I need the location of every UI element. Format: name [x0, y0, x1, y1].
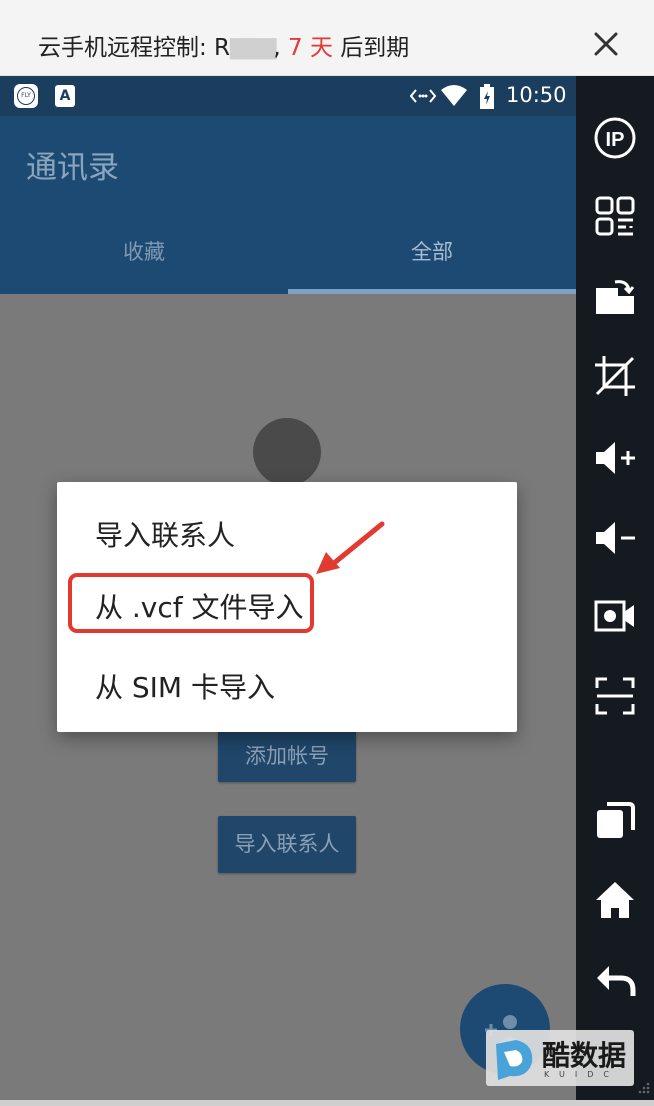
bottom-strip [0, 1100, 654, 1106]
import-contacts-button[interactable]: 导入联系人 [218, 816, 356, 873]
watermark-text: 酷数据 [542, 1039, 627, 1072]
volume-down-icon[interactable] [593, 516, 637, 560]
dialog-title: 导入联系人 [95, 519, 236, 552]
status-time: 10:50 [506, 83, 567, 107]
screen-rotate-icon[interactable] [593, 274, 637, 318]
wifi-icon [441, 85, 467, 106]
data-arrows-icon [410, 89, 436, 103]
import-from-sim-option[interactable]: 从 SIM 卡导入 [95, 666, 275, 706]
app-bar: 通讯录 收藏 全部 [0, 116, 576, 294]
volume-up-icon[interactable] [593, 436, 637, 480]
banner-text: 云手机远程控制: R████, 7 天 后到期 [38, 28, 409, 62]
resize-grip-icon[interactable] [636, 1082, 650, 1096]
crop-icon[interactable] [593, 354, 637, 398]
back-icon[interactable] [593, 958, 637, 1002]
iflytek-icon: FLY [14, 84, 38, 108]
control-rail: IP [576, 76, 654, 1100]
annotation-arrow-icon [316, 521, 385, 574]
expiry-banner: 云手机远程控制: R████, 7 天 后到期 [0, 0, 654, 76]
banner-days: 7 天 [288, 35, 333, 61]
ip-icon[interactable]: IP [593, 116, 637, 160]
tab-indicator [288, 289, 576, 294]
watermark: 酷数据 KUIDC [486, 1030, 634, 1086]
tab-all[interactable]: 全部 [288, 236, 576, 266]
empty-contacts-avatar [253, 418, 321, 486]
close-icon[interactable] [588, 26, 624, 62]
page-title: 通讯录 [26, 150, 119, 186]
watermark-sub: KUIDC [544, 1070, 619, 1079]
tab-favorites[interactable]: 收藏 [0, 236, 288, 266]
status-bar: FLY A 10:50 [0, 76, 576, 116]
screenshot-icon[interactable] [593, 674, 637, 718]
banner-prefix: 云手机远程控制: R [38, 35, 231, 61]
add-account-button[interactable]: 添加帐号 [218, 730, 356, 782]
qr-code-icon[interactable] [593, 194, 637, 238]
watermark-logo-icon [496, 1040, 533, 1080]
annotation-highlight-box [68, 573, 314, 633]
recent-apps-icon[interactable] [593, 798, 637, 842]
video-record-icon[interactable] [593, 594, 637, 638]
masked-device-id: ████ [230, 39, 276, 60]
svg-text:IP: IP [606, 129, 625, 151]
banner-comma: , [273, 35, 289, 61]
font-a-icon: A [55, 85, 75, 107]
banner-suffix: 后到期 [333, 35, 410, 61]
battery-icon [480, 84, 494, 109]
home-icon[interactable] [593, 878, 637, 922]
